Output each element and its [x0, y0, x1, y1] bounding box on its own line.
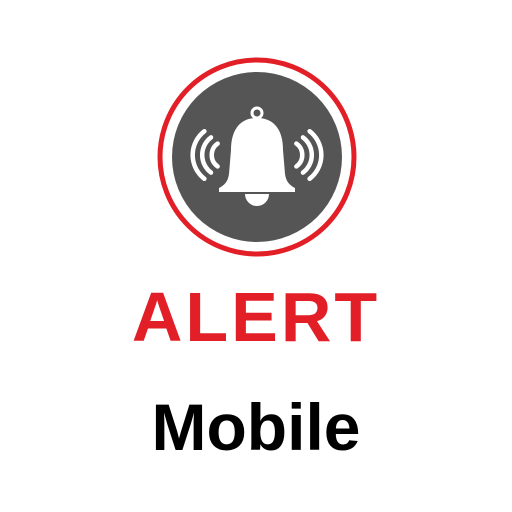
logo-word-alert: ALERT	[131, 278, 381, 356]
app-logo: ALERT Mobile	[0, 0, 512, 512]
logo-word-mobile: Mobile	[151, 390, 361, 464]
